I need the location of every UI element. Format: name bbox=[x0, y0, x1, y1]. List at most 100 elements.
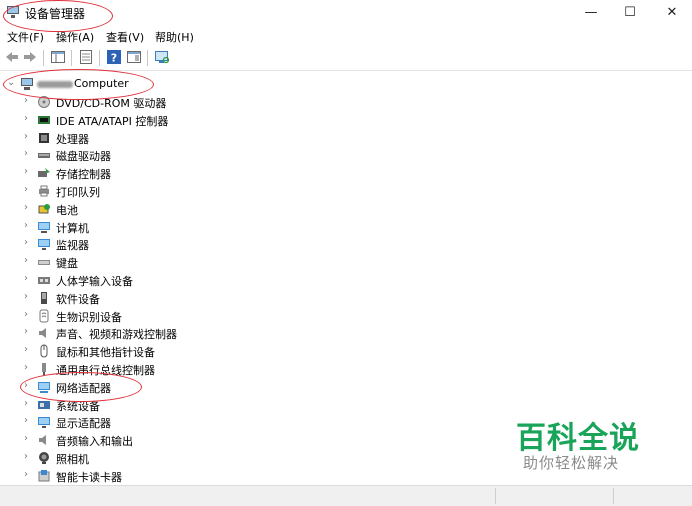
tree-item[interactable]: › 照相机 bbox=[0, 449, 460, 467]
chevron-right-icon[interactable]: › bbox=[24, 434, 34, 444]
tree-item-label: 鼠标和其他指针设备 bbox=[56, 346, 155, 360]
biometric-icon bbox=[39, 309, 49, 323]
chevron-right-icon[interactable]: › bbox=[24, 380, 34, 391]
redacted-name bbox=[37, 80, 73, 88]
computer-icon bbox=[38, 221, 50, 233]
monitor-icon bbox=[38, 239, 50, 251]
watermark-title: 百科全说 bbox=[516, 421, 640, 456]
tree-item[interactable]: › 鼠标和其他指针设备 bbox=[0, 342, 460, 360]
chevron-right-icon[interactable]: › bbox=[24, 363, 34, 373]
tree-item[interactable]: › 磁盘驱动器 bbox=[0, 146, 460, 164]
chevron-right-icon[interactable]: › bbox=[24, 452, 34, 462]
chevron-right-icon[interactable]: › bbox=[24, 469, 34, 480]
tree-item-label: 监视器 bbox=[56, 239, 89, 253]
chevron-right-icon[interactable]: › bbox=[24, 238, 34, 248]
root-label-wrap: Computer bbox=[37, 77, 129, 90]
chevron-right-icon[interactable]: › bbox=[24, 398, 34, 409]
tree-item[interactable]: › 软件设备 bbox=[0, 289, 460, 307]
tree-item-label: 网络适配器 bbox=[56, 381, 111, 395]
tree-item-label: 处理器 bbox=[56, 132, 89, 146]
tree-item-label: 键盘 bbox=[56, 257, 78, 271]
tree-item[interactable]: › 计算机 bbox=[0, 218, 460, 236]
tree-item[interactable]: › 音频输入和输出 bbox=[0, 431, 460, 449]
maximize-button[interactable]: ☐ bbox=[610, 0, 650, 26]
properties-icon[interactable] bbox=[78, 49, 94, 65]
chevron-right-icon[interactable]: › bbox=[24, 149, 34, 159]
help-icon[interactable]: ? bbox=[106, 49, 122, 65]
device-manager-app-icon bbox=[7, 6, 19, 18]
display-adapter-icon bbox=[38, 417, 50, 429]
menu-help[interactable]: 帮助(H) bbox=[155, 29, 194, 45]
chevron-right-icon[interactable]: › bbox=[24, 96, 34, 106]
chevron-right-icon[interactable]: › bbox=[24, 113, 34, 124]
tree-item[interactable]: › 打印队列 bbox=[0, 182, 460, 200]
chevron-right-icon[interactable]: › bbox=[24, 345, 34, 355]
chevron-right-icon[interactable]: › bbox=[24, 185, 34, 195]
tree-item[interactable]: › 电池 bbox=[0, 200, 460, 218]
chevron-down-icon[interactable]: ⌄ bbox=[7, 78, 17, 88]
keyboard-icon bbox=[38, 260, 50, 266]
tree-item-label: 软件设备 bbox=[56, 292, 100, 306]
tree-item-label: DVD/CD-ROM 驱动器 bbox=[56, 97, 167, 110]
tree-item-label: 智能卡读卡器 bbox=[56, 470, 122, 484]
menu-action[interactable]: 操作(A) bbox=[56, 29, 94, 45]
svg-text:?: ? bbox=[111, 52, 117, 65]
scan-hardware-icon[interactable] bbox=[154, 49, 170, 65]
tree-item[interactable]: › 处理器 bbox=[0, 129, 460, 147]
title-bar: 设备管理器 — ☐ ✕ bbox=[0, 0, 692, 26]
tree-root[interactable]: ⌄ Computer bbox=[0, 75, 460, 93]
root-label: Computer bbox=[74, 77, 129, 90]
chevron-right-icon[interactable]: › bbox=[24, 220, 34, 231]
chevron-right-icon[interactable]: › bbox=[24, 131, 34, 142]
tree-item[interactable]: › 声音、视频和游戏控制器 bbox=[0, 324, 460, 342]
computer-root-icon bbox=[21, 78, 33, 90]
tree-item[interactable]: › 存储控制器 bbox=[0, 164, 460, 182]
mouse-icon bbox=[40, 344, 48, 358]
tree-item-label: 存储控制器 bbox=[56, 168, 111, 182]
tree-item[interactable]: › 键盘 bbox=[0, 253, 460, 271]
back-arrow-icon[interactable] bbox=[4, 49, 20, 65]
menu-bar: 文件(F) 操作(A) 查看(V) 帮助(H) bbox=[0, 26, 692, 46]
tree-item-label: 电池 bbox=[56, 203, 78, 217]
watermark-subtitle: 助你轻松解决 bbox=[523, 454, 620, 472]
tree-item-label: 照相机 bbox=[56, 453, 89, 466]
disk-drive-icon bbox=[38, 153, 50, 159]
tree-item-label: 打印队列 bbox=[56, 186, 100, 199]
menu-file[interactable]: 文件(F) bbox=[7, 29, 44, 45]
action-view-icon[interactable] bbox=[126, 49, 142, 65]
minimize-button[interactable]: — bbox=[571, 0, 611, 26]
toolbar: ? bbox=[0, 46, 692, 71]
tree-item-label: 计算机 bbox=[56, 221, 89, 235]
tree-item-label: 声音、视频和游戏控制器 bbox=[56, 328, 177, 342]
chevron-right-icon[interactable]: › bbox=[24, 167, 34, 177]
chevron-right-icon[interactable]: › bbox=[24, 327, 34, 337]
tree-item[interactable]: › 通用串行总线控制器 bbox=[0, 360, 460, 378]
tree-item[interactable]: › 智能卡读卡器 bbox=[0, 467, 460, 485]
tree-item[interactable]: › 生物识别设备 bbox=[0, 307, 460, 325]
tree-item[interactable]: › 系统设备 bbox=[0, 396, 460, 414]
show-hide-tree-icon[interactable] bbox=[50, 49, 66, 65]
tree-item[interactable]: › 人体学输入设备 bbox=[0, 271, 460, 289]
close-button[interactable]: ✕ bbox=[652, 0, 692, 26]
forward-arrow-icon[interactable] bbox=[22, 49, 38, 65]
chevron-right-icon[interactable]: › bbox=[24, 256, 34, 266]
dvd-drive-icon bbox=[38, 96, 50, 108]
software-device-icon bbox=[41, 291, 47, 304]
toolbar-separator bbox=[147, 50, 148, 66]
chevron-right-icon[interactable]: › bbox=[24, 416, 34, 426]
tree-item[interactable]: › IDE ATA/ATAPI 控制器 bbox=[0, 111, 460, 129]
tree-item-label: 生物识别设备 bbox=[56, 310, 122, 324]
chevron-right-icon[interactable]: › bbox=[24, 202, 34, 213]
tree-item[interactable]: › 监视器 bbox=[0, 235, 460, 253]
toolbar-separator bbox=[43, 50, 44, 66]
menu-view[interactable]: 查看(V) bbox=[106, 29, 144, 45]
usb-icon bbox=[42, 363, 46, 375]
tree-item[interactable]: › 网络适配器 bbox=[0, 378, 460, 396]
tree-item-label: 显示适配器 bbox=[56, 417, 111, 431]
tree-item[interactable]: › 显示适配器 bbox=[0, 413, 460, 431]
chevron-right-icon[interactable]: › bbox=[24, 274, 34, 284]
storage-controller-icon bbox=[38, 168, 50, 178]
tree-item[interactable]: › DVD/CD-ROM 驱动器 bbox=[0, 93, 460, 111]
chevron-right-icon[interactable]: › bbox=[24, 309, 34, 320]
chevron-right-icon[interactable]: › bbox=[24, 291, 34, 302]
